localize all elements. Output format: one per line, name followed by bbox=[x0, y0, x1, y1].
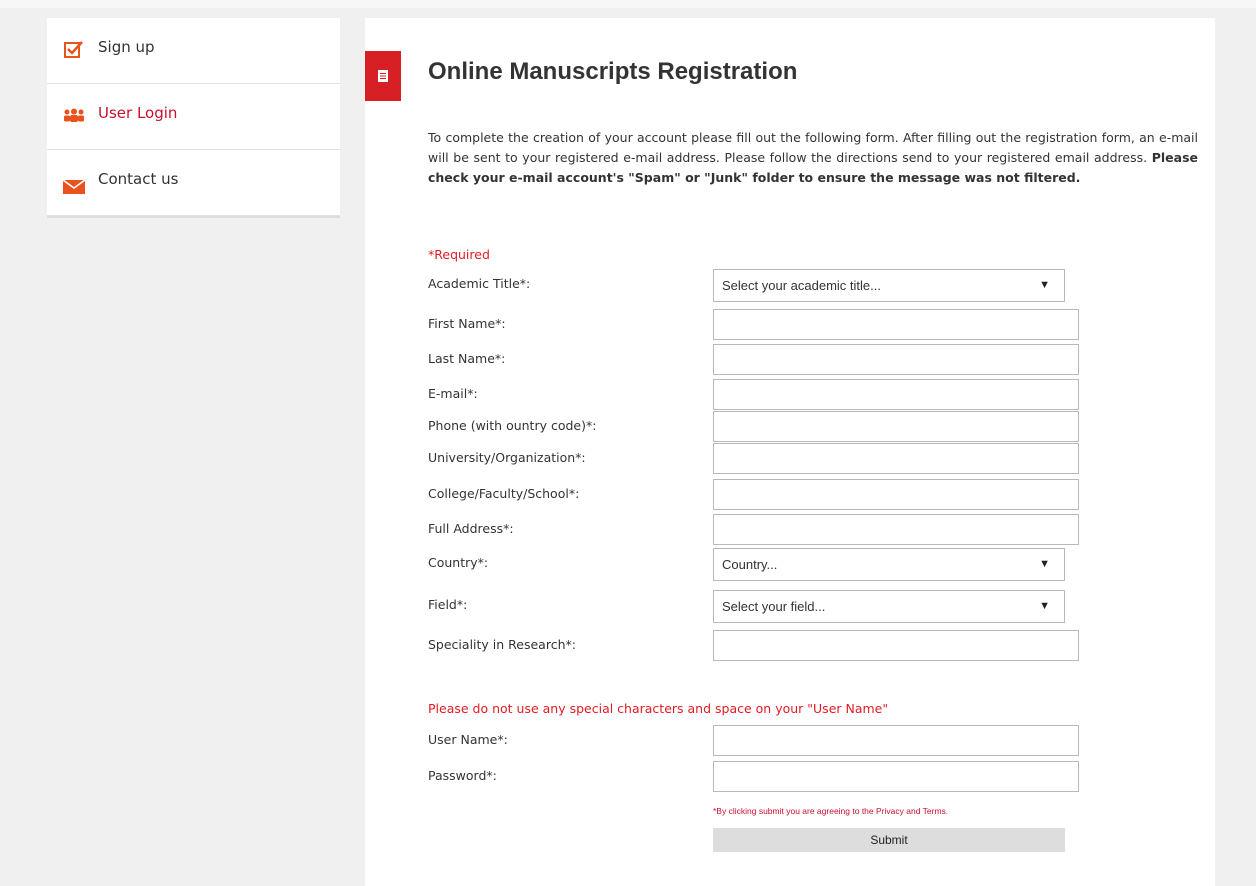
privacy-terms-link[interactable]: Privacy and Terms. bbox=[876, 806, 948, 816]
sidebar-item-user-login[interactable]: User Login bbox=[47, 84, 340, 150]
university-label: University/Organization*: bbox=[428, 450, 586, 465]
college-input[interactable] bbox=[713, 479, 1079, 510]
first-name-label: First Name*: bbox=[428, 316, 506, 331]
field-label: Field*: bbox=[428, 597, 468, 612]
submit-button[interactable]: Submit bbox=[713, 828, 1065, 852]
page-title: Online Manuscripts Registration bbox=[428, 58, 798, 85]
country-row: Country*: Country... ▼ bbox=[428, 548, 1148, 581]
password-row: Password*: bbox=[428, 761, 1148, 793]
last-name-label: Last Name*: bbox=[428, 351, 506, 366]
sidebar-item-label: User Login bbox=[98, 104, 178, 122]
academic-title-select[interactable]: Select your academic title... ▼ bbox=[713, 269, 1065, 302]
terms-agreement: *By clicking submit you are agreeing to … bbox=[713, 806, 948, 816]
dropdown-arrow-icon: ▼ bbox=[1039, 558, 1050, 570]
field-value: Select your field... bbox=[722, 599, 826, 614]
email-row: E-mail*: bbox=[428, 379, 1148, 411]
phone-row: Phone (with ountry code)*: bbox=[428, 411, 1148, 443]
college-label: College/Faculty/School*: bbox=[428, 486, 580, 501]
top-band bbox=[0, 0, 1256, 8]
academic-title-value: Select your academic title... bbox=[722, 278, 881, 293]
academic-title-row: Academic Title*: Select your academic ti… bbox=[428, 269, 1148, 302]
last-name-row: Last Name*: bbox=[428, 344, 1148, 376]
academic-title-label: Academic Title*: bbox=[428, 276, 531, 291]
last-name-input[interactable] bbox=[713, 344, 1079, 375]
field-row: Field*: Select your field... ▼ bbox=[428, 590, 1148, 623]
username-warning: Please do not use any special characters… bbox=[428, 701, 889, 716]
email-input[interactable] bbox=[713, 379, 1079, 410]
phone-label: Phone (with ountry code)*: bbox=[428, 418, 597, 433]
country-label: Country*: bbox=[428, 555, 489, 570]
email-label: E-mail*: bbox=[428, 386, 478, 401]
intro-paragraph: To complete the creation of your account… bbox=[428, 128, 1198, 188]
username-label: User Name*: bbox=[428, 732, 508, 747]
first-name-row: First Name*: bbox=[428, 309, 1148, 341]
sidebar-menu: Sign up User Login Contact us bbox=[47, 18, 340, 218]
password-input[interactable] bbox=[713, 761, 1079, 792]
username-row: User Name*: bbox=[428, 725, 1148, 757]
country-select[interactable]: Country... ▼ bbox=[713, 548, 1065, 581]
sidebar-item-label: Contact us bbox=[98, 170, 179, 188]
sidebar-item-sign-up[interactable]: Sign up bbox=[47, 18, 340, 84]
speciality-label: Speciality in Research*: bbox=[428, 637, 576, 652]
country-value: Country... bbox=[722, 557, 778, 572]
terms-agreement-text: *By clicking submit you are agreeing to … bbox=[713, 806, 877, 816]
speciality-row: Speciality in Research*: bbox=[428, 630, 1148, 662]
document-icon bbox=[365, 51, 401, 101]
main-content: Online Manuscripts Registration To compl… bbox=[365, 18, 1215, 886]
sidebar-item-contact-us[interactable]: Contact us bbox=[47, 150, 340, 216]
address-row: Full Address*: bbox=[428, 514, 1148, 546]
username-input[interactable] bbox=[713, 725, 1079, 756]
address-input[interactable] bbox=[713, 514, 1079, 545]
sidebar-item-label: Sign up bbox=[98, 38, 155, 56]
intro-text: To complete the creation of your account… bbox=[428, 130, 1198, 165]
envelope-icon bbox=[63, 176, 85, 198]
checkbox-icon bbox=[63, 38, 85, 60]
university-row: University/Organization*: bbox=[428, 443, 1148, 475]
users-icon bbox=[63, 104, 85, 126]
university-input[interactable] bbox=[713, 443, 1079, 474]
phone-input[interactable] bbox=[713, 411, 1079, 442]
dropdown-arrow-icon: ▼ bbox=[1039, 279, 1050, 291]
password-label: Password*: bbox=[428, 768, 497, 783]
dropdown-arrow-icon: ▼ bbox=[1039, 600, 1050, 612]
first-name-input[interactable] bbox=[713, 309, 1079, 340]
address-label: Full Address*: bbox=[428, 521, 514, 536]
college-row: College/Faculty/School*: bbox=[428, 479, 1148, 511]
field-select[interactable]: Select your field... ▼ bbox=[713, 590, 1065, 623]
required-note: *Required bbox=[428, 247, 490, 262]
speciality-input[interactable] bbox=[713, 630, 1079, 661]
